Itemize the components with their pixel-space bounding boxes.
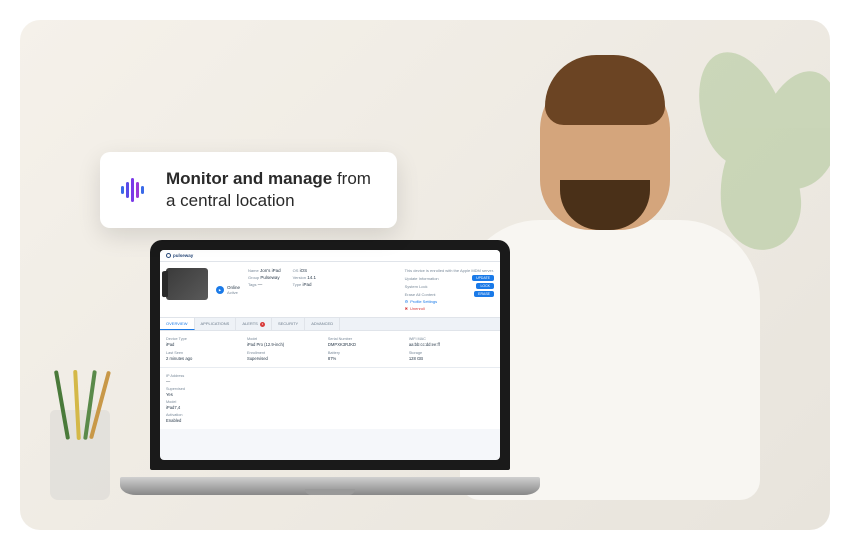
device-info-columns: Name Jon's iPad Group Pulseway Tags — OS… <box>248 268 397 311</box>
action-note: This device is enrolled with the Apple M… <box>405 268 494 273</box>
device-summary: Online Active Name Jon's iPad Group Puls… <box>160 262 500 317</box>
tab-applications[interactable]: APPLICATIONS <box>195 318 237 330</box>
info-col: Name Jon's iPad Group Pulseway Tags — <box>248 268 281 311</box>
tab-alerts[interactable]: ALERTS 1 <box>236 318 272 330</box>
alerts-badge: 1 <box>260 322 265 327</box>
tab-bar: OVERVIEW APPLICATIONS ALERTS 1 SECURITY … <box>160 317 500 331</box>
callout-text: Monitor and manage from a central locati… <box>166 168 371 212</box>
brand-name: pulseway <box>173 253 193 258</box>
tab-advanced[interactable]: ADVANCED <box>305 318 340 330</box>
profile-settings-link[interactable]: ⚙ Profile Settings <box>405 299 494 304</box>
details-grid: Device TypeiPad ModeliPad Pro (12.9-inch… <box>160 331 500 367</box>
laptop-mockup: pulseway Online Active Name Jon <box>120 240 540 530</box>
device-status: Online Active <box>216 268 240 311</box>
close-icon: ✖ <box>405 306 408 311</box>
lock-button[interactable]: LOCK <box>476 283 494 289</box>
lower-details: IP Address— SupervisedYes ModeliPad7,4 A… <box>160 367 500 429</box>
callout-line2: a central location <box>166 190 371 212</box>
feature-callout: Monitor and manage from a central locati… <box>100 152 397 228</box>
unenroll-link[interactable]: ✖ Unenroll <box>405 306 494 311</box>
status-sub: Active <box>227 290 240 295</box>
brand-logo: pulseway <box>166 253 193 258</box>
gear-icon: ⚙ <box>405 299 409 304</box>
erase-button[interactable]: ERASE <box>474 291 494 297</box>
dashboard-screen: pulseway Online Active Name Jon <box>160 250 500 460</box>
tab-overview[interactable]: OVERVIEW <box>160 318 195 330</box>
device-thumbnail <box>166 268 208 300</box>
action-panel: This device is enrolled with the Apple M… <box>405 268 494 311</box>
callout-bold: Monitor and manage <box>166 169 332 188</box>
play-icon[interactable] <box>216 286 224 294</box>
update-button[interactable]: UPDATE <box>472 275 494 281</box>
status-label: Online <box>227 285 240 290</box>
info-col: OS iOS Version 14.1 Type iPad <box>293 268 316 311</box>
promo-scene: pulseway Online Active Name Jon <box>20 20 830 530</box>
tab-security[interactable]: SECURITY <box>272 318 305 330</box>
dashboard-header: pulseway <box>160 250 500 262</box>
pulse-icon <box>116 172 152 208</box>
